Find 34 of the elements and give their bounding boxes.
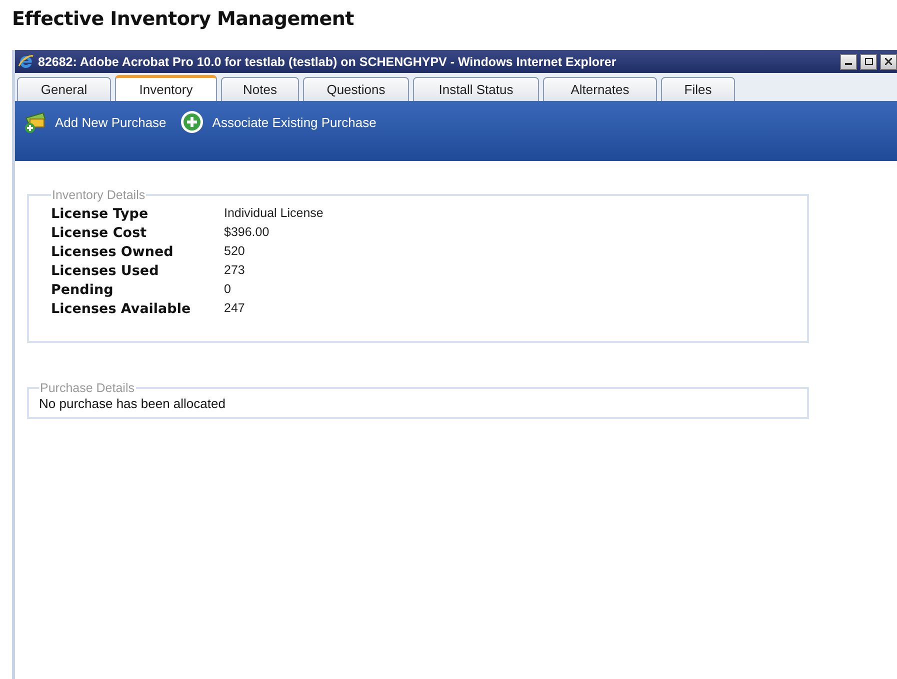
- close-icon: [885, 58, 892, 65]
- close-button[interactable]: [880, 54, 897, 70]
- field-value: 247: [224, 301, 246, 317]
- window-title: 82682: Adobe Acrobat Pro 10.0 for testlab (testlab) on SCHENGHYPV - Windows Internet Explorer: [38, 54, 618, 68]
- tab[interactable]: Install Status: [413, 77, 539, 101]
- field-value: 0: [224, 282, 232, 298]
- tab[interactable]: Files: [661, 77, 735, 101]
- group-title: Inventory Details: [51, 188, 146, 202]
- minimize-button[interactable]: [840, 54, 857, 70]
- field-label: Licenses Used: [51, 263, 160, 279]
- associate-purchase-button[interactable]: Associate Existing Purchase: [180, 109, 376, 135]
- tab[interactable]: Alternates: [543, 77, 657, 101]
- browser-icon: [17, 52, 35, 70]
- tab[interactable]: Notes: [221, 77, 299, 101]
- field-label: License Cost: [51, 225, 148, 241]
- field-label: Pending: [51, 282, 114, 298]
- field-value: 273: [224, 263, 246, 279]
- maximize-button[interactable]: [860, 54, 877, 70]
- field-value: 520: [224, 244, 246, 260]
- page-heading: Effective Inventory Management: [11, 7, 355, 32]
- tab[interactable]: Inventory: [115, 75, 217, 101]
- add-purchase-button[interactable]: Add New Purchase: [23, 109, 166, 135]
- field-label: Licenses Owned: [51, 244, 174, 260]
- add-purchase-icon: [23, 110, 47, 134]
- field-label: Licenses Available: [51, 301, 192, 317]
- empty-message: No purchase has been allocated: [39, 396, 226, 411]
- tab[interactable]: Questions: [303, 77, 409, 101]
- field-value: Individual License: [224, 206, 324, 222]
- tab[interactable]: General: [17, 77, 111, 101]
- group-title: Purchase Details: [39, 381, 136, 395]
- plus-circle-icon: [180, 110, 204, 134]
- maximize-icon: [864, 58, 872, 65]
- field-value: $396.00: [224, 225, 270, 241]
- field-label: License Type: [51, 206, 150, 222]
